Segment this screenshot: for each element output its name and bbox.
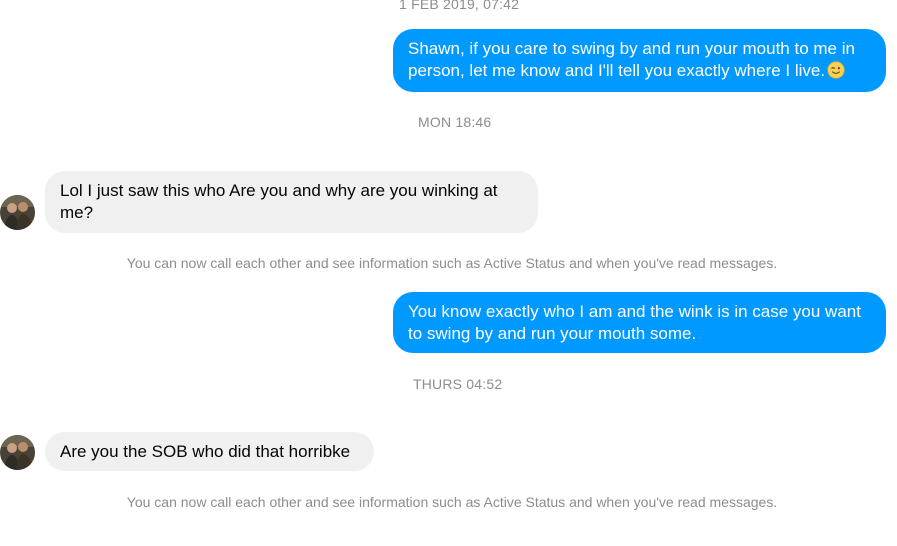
outgoing-message-bubble[interactable]: You know exactly who I am and the wink i…: [393, 292, 886, 353]
timestamp-divider: MON 18:46: [418, 114, 492, 130]
message-text: Lol I just saw this who Are you and why …: [60, 181, 498, 222]
timestamp-divider: 1 FEB 2019, 07:42: [399, 0, 520, 12]
contact-avatar[interactable]: [0, 435, 35, 470]
message-text: You know exactly who I am and the wink i…: [408, 302, 861, 343]
contact-photo-icon: [0, 195, 35, 230]
message-text: Are you the SOB who did that horribke: [60, 442, 351, 461]
contact-avatar[interactable]: [0, 195, 35, 230]
incoming-message-bubble[interactable]: Are you the SOB who did that horribke: [45, 432, 374, 471]
contact-photo-icon: [0, 435, 35, 470]
system-notice: You can now call each other and see info…: [126, 494, 778, 510]
message-text: Shawn, if you care to swing by and run y…: [408, 39, 855, 80]
timestamp-divider: THURS 04:52: [413, 376, 503, 392]
winking-face-emoji-icon: [827, 61, 845, 79]
incoming-message-bubble[interactable]: Lol I just saw this who Are you and why …: [45, 171, 538, 233]
system-notice: You can now call each other and see info…: [126, 255, 778, 271]
outgoing-message-bubble[interactable]: Shawn, if you care to swing by and run y…: [393, 29, 886, 92]
